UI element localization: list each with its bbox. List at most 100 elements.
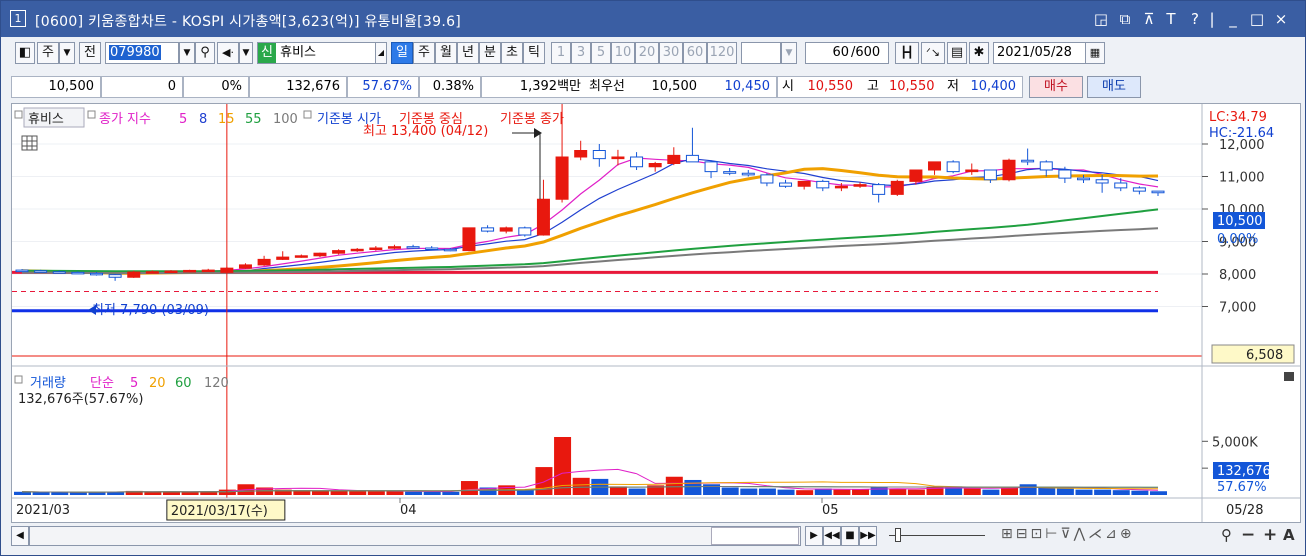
ask-value: 10,500 [641,76,703,98]
candle-body [369,247,383,250]
close-icon[interactable]: × [1271,8,1291,30]
period-year[interactable]: 년 [457,42,479,64]
volume-label[interactable]: 거래량 [30,376,66,391]
volume-bar [1038,487,1056,495]
scroll-left-icon[interactable]: ◀ [11,526,29,546]
scroll-right-icon[interactable]: ▶ [805,526,823,546]
price-tick-label: 12,000 [1219,138,1265,153]
zoom-in-icon[interactable]: + [1263,525,1277,545]
zoom-icon[interactable]: ⚲ [1221,526,1232,544]
code-dropdown-icon[interactable]: ▼ [179,42,195,64]
period-month[interactable]: 월 [435,42,457,64]
period-tick[interactable]: 틱 [523,42,545,64]
candle-body [89,272,103,276]
search-icon[interactable]: ⚲ [195,42,215,64]
period-minute[interactable]: 분 [479,42,501,64]
legend-ref-close[interactable]: 기준봉 종가 [500,112,564,127]
interval-20[interactable]: 20 [635,42,659,64]
maximize-icon[interactable]: □ [1247,8,1267,30]
interval-5[interactable]: 5 [591,42,611,64]
volume-bar [740,488,758,495]
title-bar: 1 [0600] 키움종합차트 - KOSPI 시가총액[3,623(억)] 유… [1,1,1305,37]
date-label-apr: 04 [400,503,417,518]
drawing-tools-icons[interactable]: ⊞⊟⊡⊢⊽⋀⋌⊿⊕ [1001,526,1135,542]
scroll-track[interactable] [29,526,801,546]
volume-bar [1150,491,1167,495]
interval-10[interactable]: 10 [611,42,635,64]
volume-bar [609,486,627,495]
rewind-icon[interactable]: ◀◀ [823,526,841,546]
prev-button[interactable]: 전 [79,42,101,64]
candle-body [574,150,588,158]
candle-body [481,227,495,232]
name-dropdown-icon[interactable]: ◢ [375,42,387,64]
interval-1[interactable]: 1 [551,42,571,64]
candle-body [425,247,439,250]
candle-body [909,169,923,182]
font-icon[interactable]: T [1161,8,1181,30]
sell-button[interactable]: 매도 [1087,76,1141,98]
crosshair-icon[interactable]: ᐟ↘ [921,42,945,64]
candle-body [872,184,886,195]
layout-icon[interactable]: ◲ [1091,8,1111,30]
interval-input[interactable] [741,42,781,64]
volume-pane-icon[interactable] [1284,372,1294,381]
speaker-dropdown-icon[interactable]: ▼ [239,42,253,64]
volume-ma-5: 5 [130,376,138,391]
chevron-down-icon[interactable]: ▼ [59,42,75,64]
scroll-thumb[interactable] [711,527,799,545]
stop-icon[interactable]: ■ [841,526,859,546]
gear-icon[interactable]: ✱ [969,42,989,64]
volume-bar [69,492,87,495]
interval-60[interactable]: 60 [683,42,707,64]
interval-120[interactable]: 120 [707,42,737,64]
change-value: 0 [101,76,183,98]
count-input[interactable]: 60 [805,42,851,64]
stock-type-button[interactable]: 주 [37,42,59,64]
volume-ma-60: 60 [175,376,192,391]
period-second[interactable]: 초 [501,42,523,64]
panel-icon[interactable]: ◧ [15,42,35,64]
candle-body [946,161,960,173]
stock-name-field[interactable]: 신 휴비스 [257,42,387,64]
volume-bar [777,489,795,495]
buy-button[interactable]: 매수 [1029,76,1083,98]
candle-style-icon[interactable]: ┣┫ [895,42,919,64]
interval-dropdown-icon[interactable]: ▼ [781,42,797,64]
candle-body [127,271,141,278]
date-label-end: 05/28 [1226,503,1263,518]
pin-icon[interactable]: ⊼ [1139,8,1159,30]
interval-30[interactable]: 30 [659,42,683,64]
volume-ma-20: 20 [149,376,166,391]
chart-area[interactable]: 휴비스 종가 지수 5 8 15 55 100 기준봉 시가 기준봉 중심 기준… [11,103,1301,523]
zoom-out-icon[interactable]: − [1241,525,1255,545]
minimize-icon[interactable]: _ [1223,8,1243,30]
period-day[interactable]: 일 [391,42,413,64]
chart-svg[interactable]: 휴비스 종가 지수 5 8 15 55 100 기준봉 시가 기준봉 중심 기준… [12,104,1300,522]
calendar-icon[interactable]: ▦ [1085,42,1105,64]
window-title: [0600] 키움종합차트 - KOSPI 시가총액[3,623(억)] 유통비… [35,14,462,30]
interval-3[interactable]: 3 [571,42,591,64]
volume-bar [1001,488,1019,495]
window-number[interactable]: 1 [10,10,26,27]
date-label-may: 05 [822,503,839,518]
speaker-icon[interactable]: ◀· [217,42,239,64]
legend-name[interactable]: 휴비스 [28,112,64,127]
window-icon[interactable]: ⧉ [1115,8,1135,30]
volume-value: 132,676 [249,76,347,98]
save-icon[interactable]: ▤ [947,42,967,64]
fast-forward-icon[interactable]: ▶▶ [859,526,877,546]
period-week[interactable]: 주 [413,42,435,64]
zoom-slider[interactable] [889,535,985,536]
table-icon[interactable] [21,135,38,151]
date-input[interactable]: 2021/05/28 [993,42,1089,64]
volume-bar [889,488,907,495]
candle-body [685,154,699,163]
auto-scale-icon[interactable]: A [1283,526,1295,544]
zoom-slider-handle[interactable] [895,528,901,542]
help-icon[interactable]: ? [1185,8,1205,30]
stock-code-input[interactable]: 079980 [105,42,179,64]
volume-ma-label[interactable]: 단순 [90,376,114,391]
legend-ma-label[interactable]: 종가 지수 [99,112,151,127]
candle-body [648,163,662,168]
